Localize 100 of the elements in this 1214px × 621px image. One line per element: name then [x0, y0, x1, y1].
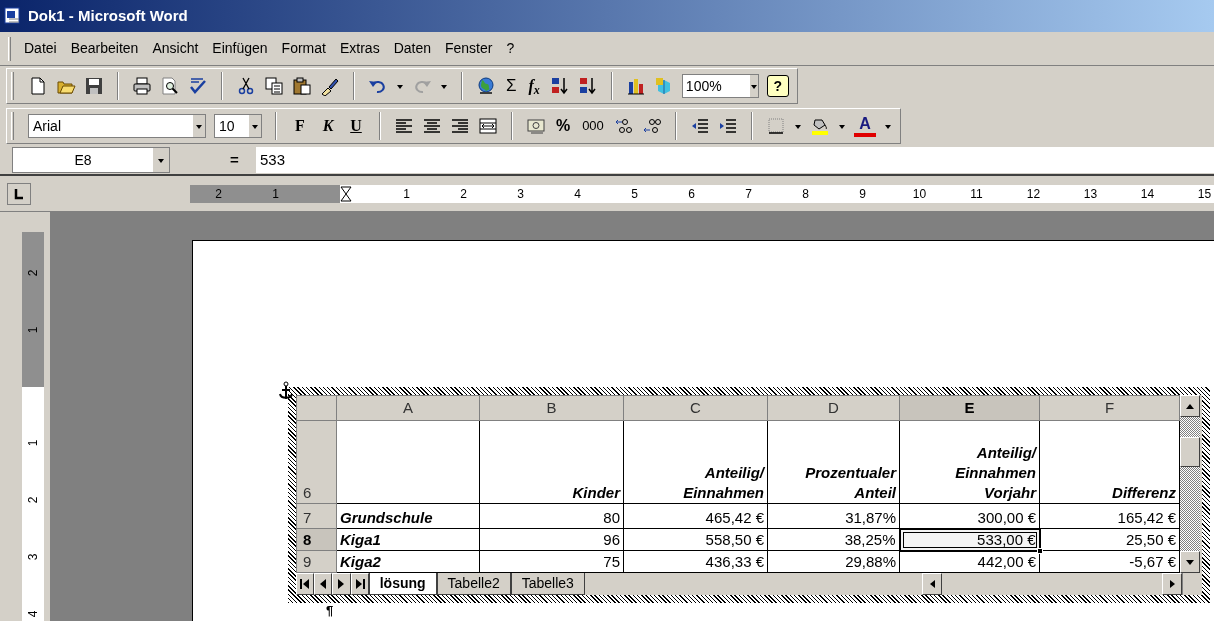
fill-color-icon[interactable] [810, 116, 830, 136]
decrease-decimal-icon[interactable] [642, 116, 662, 136]
font-color-button[interactable]: A [854, 115, 876, 137]
table-cell[interactable]: 165,42 € [1039, 503, 1180, 529]
bold-button[interactable]: F [290, 114, 310, 138]
banknote-icon[interactable] [526, 116, 546, 136]
table-cell[interactable]: Kinder [479, 420, 624, 504]
fill-handle[interactable] [1036, 547, 1043, 554]
table-cell[interactable]: 300,00 € [899, 503, 1040, 529]
right-arrow-icon[interactable] [1168, 579, 1176, 589]
table-cell[interactable]: Anteilig/ Einnahmen [623, 420, 768, 504]
table-cell[interactable]: 80 [479, 503, 624, 529]
table-cell[interactable]: 29,88% [767, 550, 900, 573]
align-center-icon[interactable] [422, 116, 442, 136]
table-cell[interactable]: 75 [479, 550, 624, 573]
bar-chart-icon[interactable] [625, 76, 646, 96]
column-header[interactable]: B [479, 395, 624, 421]
sheet-tab[interactable]: lösung [368, 573, 437, 595]
scroll-thumb[interactable] [1180, 437, 1200, 467]
decrease-indent-icon[interactable] [690, 116, 710, 136]
ruler-number: 1 [25, 439, 41, 446]
vertical-scrollbar[interactable] [1180, 395, 1200, 573]
table-cell[interactable]: 558,50 € [623, 528, 768, 551]
align-left-icon[interactable] [394, 116, 414, 136]
row-header[interactable]: 8 [296, 528, 337, 551]
menu-item[interactable]: Daten [386, 36, 438, 61]
paintbrush-icon[interactable] [320, 76, 340, 96]
spell-check-icon[interactable] [188, 76, 208, 96]
zoom-field[interactable]: 100% [681, 74, 759, 98]
row-header[interactable]: 6 [296, 420, 337, 504]
embedded-spreadsheet[interactable] [288, 387, 1210, 603]
cell-text: 442,00 € [977, 553, 1036, 570]
tab-stop-icon[interactable] [7, 182, 31, 205]
merge-center-icon[interactable] [478, 116, 498, 136]
cell-text: 80 [603, 509, 620, 526]
percent-button[interactable]: % [554, 114, 572, 138]
menu-item[interactable]: Datei [17, 36, 64, 61]
row-header[interactable]: 9 [296, 550, 337, 573]
column-header[interactable]: F [1039, 395, 1180, 421]
last-sheet-icon[interactable] [353, 578, 366, 590]
table-cell[interactable]: 38,25% [767, 528, 900, 551]
cell-text: 165,42 € [1117, 509, 1176, 526]
menu-item[interactable]: Bearbeiten [63, 36, 146, 61]
menu-item[interactable]: ? [499, 36, 522, 61]
sheet-tab[interactable]: Tabelle3 [510, 573, 585, 595]
formula-field[interactable]: 533 [256, 147, 1214, 173]
copy-icon[interactable] [264, 76, 284, 96]
increase-indent-icon[interactable] [718, 116, 738, 136]
table-cell[interactable]: 31,87% [767, 503, 900, 529]
column-header[interactable]: D [767, 395, 900, 421]
globe-icon[interactable] [476, 76, 496, 96]
menu-item[interactable]: Extras [332, 36, 387, 61]
function-button[interactable]: f$_{x}$ [526, 74, 542, 98]
up-arrow-icon[interactable] [1185, 402, 1195, 410]
sort-ascending-icon[interactable] [549, 76, 570, 96]
column-header[interactable]: A [336, 395, 480, 421]
save-icon[interactable] [84, 76, 104, 96]
menu-item[interactable]: Einfügen [205, 36, 275, 61]
paste-icon[interactable] [292, 76, 312, 96]
font-size-field[interactable]: 10 [214, 114, 262, 138]
cell-text: 29,88% [845, 553, 896, 570]
table-cell[interactable]: Anteilig/ Einnahmen Vorjahr [899, 420, 1040, 504]
column-header[interactable]: E [899, 395, 1040, 421]
new-document-icon[interactable] [28, 76, 48, 96]
horizontal-scrollbar[interactable] [922, 573, 1183, 595]
sheet-tab[interactable]: Tabelle2 [436, 573, 511, 595]
align-right-icon[interactable] [450, 116, 470, 136]
table-cell[interactable]: 533,00 € [899, 528, 1040, 551]
first-sheet-icon[interactable] [299, 578, 312, 590]
table-cell[interactable]: Kiga1 [336, 528, 480, 551]
print-preview-icon[interactable] [160, 76, 180, 96]
table-cell[interactable]: 465,42 € [623, 503, 768, 529]
table-cell[interactable] [336, 420, 480, 504]
column-header[interactable]: C [623, 395, 768, 421]
table-cell[interactable]: Differenz [1039, 420, 1180, 504]
name-box[interactable]: E8 [12, 147, 170, 173]
table-cell[interactable]: Grundschule [336, 503, 480, 529]
corner-cell[interactable] [296, 395, 337, 421]
help-button[interactable]: ? [766, 75, 789, 97]
down-arrow-icon[interactable] [1185, 558, 1195, 566]
scissors-icon[interactable] [236, 76, 256, 96]
menu-item[interactable]: Ansicht [145, 36, 206, 61]
thousands-separator-button[interactable]: 000 [580, 116, 606, 136]
printer-icon[interactable] [132, 76, 152, 96]
table-cell[interactable]: Prozentualer Anteil [767, 420, 900, 504]
underline-button[interactable]: U [346, 114, 366, 138]
document-icon[interactable] [4, 6, 22, 26]
sort-descending-icon[interactable] [577, 76, 598, 96]
table-cell[interactable]: 96 [479, 528, 624, 551]
menu-item[interactable]: Format [274, 36, 333, 61]
font-field[interactable]: Arial [28, 114, 206, 138]
italic-button[interactable]: K [318, 114, 338, 138]
increase-decimal-icon[interactable] [614, 116, 634, 136]
table-cell[interactable]: Kiga2 [336, 550, 480, 573]
autosum-button[interactable]: Σ [504, 73, 519, 99]
table-cell[interactable]: 436,33 € [623, 550, 768, 573]
row-header[interactable]: 7 [296, 503, 337, 529]
border-icon[interactable] [766, 116, 786, 136]
left-arrow-icon[interactable] [928, 579, 936, 589]
menu-item[interactable]: Fenster [438, 36, 500, 61]
